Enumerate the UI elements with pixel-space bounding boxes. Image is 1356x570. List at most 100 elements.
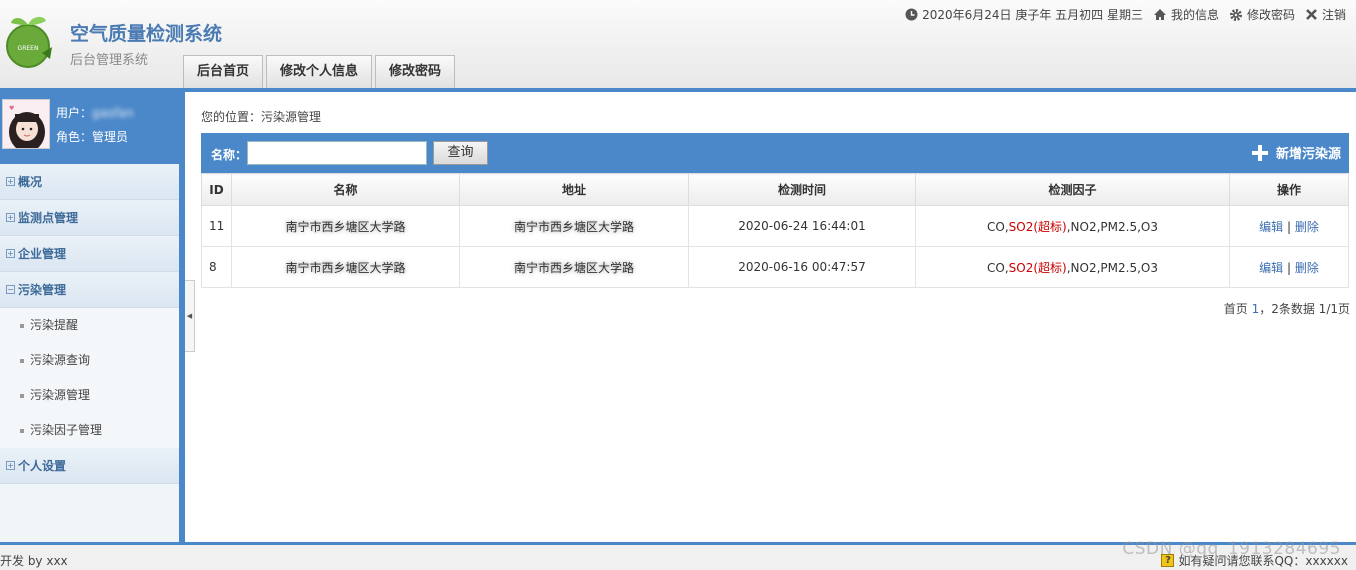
edit-link[interactable]: 编辑 [1259,261,1283,275]
sidebar-item-label: 污染管理 [18,282,67,297]
table-row: 11 南宁市西乡塘区大学路 南宁市西乡塘区大学路 2020-06-24 16:4… [201,205,1349,247]
sidebar-item-label: 监测点管理 [18,210,79,225]
cell-id: 8 [201,246,232,288]
expand-icon: + [6,461,15,470]
sidebar-item-label: 个人设置 [18,458,67,473]
factor-text: ,NO2,PM2.5,O3 [1066,260,1158,275]
bullet-icon [20,393,24,398]
delete-link[interactable]: 删除 [1295,261,1319,275]
cell-time: 2020-06-24 16:44:01 [688,205,916,247]
sidebar-item-overview[interactable]: + 概况 [0,164,179,200]
sidebar-subitem-label: 污染提醒 [30,318,79,332]
date-text: 2020年6月24日 庚子年 五月初四 星期三 [922,8,1143,22]
home-icon [1153,9,1166,20]
add-button-label: 新增污染源 [1275,147,1341,162]
expand-icon: + [6,177,15,186]
factor-text: CO, [987,260,1009,275]
sidebar-item-personal-settings[interactable]: + 个人设置 [0,448,179,484]
cell-name: 南宁市西乡塘区大学路 [231,246,460,288]
sidebar-subitem-label: 污染源管理 [30,388,91,402]
role-line: 角色：管理员 [56,128,128,145]
sidebar-subitem-factor-manage[interactable]: 污染因子管理 [0,413,179,448]
sidebar-subitem-label: 污染源查询 [30,353,91,367]
user-line: 用户：gaofan [56,104,134,121]
query-button[interactable]: 查询 [433,141,488,165]
sidebar-item-pollution[interactable]: − 污染管理 [0,272,179,308]
nav-tabs: 后台首页 修改个人信息 修改密码 [183,55,456,88]
column-header-factors: 检测因子 [915,173,1230,206]
main-content: 您的位置：污染源管理 名称： 查询 新增污染源 ID 名称 地址 检测时间 检测… [195,92,1356,542]
sidebar-subitem-source-manage[interactable]: 污染源管理 [0,378,179,413]
cell-factors: CO,SO2(超标),NO2,PM2.5,O3 [915,205,1230,247]
name-search-input[interactable] [247,141,427,165]
cell-actions: 编辑 | 删除 [1229,205,1349,247]
sidebar-menu: + 概况 + 监测点管理 + 企业管理 − 污染管理 污染提醒 污染源查询 污染源管理 … [0,164,179,484]
table-header-row: ID 名称 地址 检测时间 检测因子 操作 [201,173,1349,206]
logo: GREEN [2,13,54,69]
tab-admin-home[interactable]: 后台首页 [183,55,264,88]
pagination: 首页 1，2条数据 1/1页 [1224,300,1350,317]
expand-icon: + [6,213,15,222]
action-separator: | [1286,219,1292,234]
gear-icon [1229,8,1242,21]
bullet-icon [20,323,24,328]
app-header: GREEN 空气质量检测系统 后台管理系统 2020年6月24日 庚子年 五月初… [0,0,1356,88]
user-name: gaofan [92,106,134,120]
sidebar-item-enterprise[interactable]: + 企业管理 [0,236,179,272]
cell-actions: 编辑 | 删除 [1229,246,1349,288]
sidebar-item-monitor-points[interactable]: + 监测点管理 [0,200,179,236]
change-password-link[interactable]: 修改密码 [1229,6,1295,23]
clock-icon [905,8,918,21]
role-value: 管理员 [92,130,129,144]
plus-icon [1251,144,1268,161]
expand-icon: + [6,249,15,258]
cell-name: 南宁市西乡塘区大学路 [231,205,460,247]
tab-change-password[interactable]: 修改密码 [375,55,456,88]
triangle-left-icon: ◀ [186,312,193,320]
sidebar-item-label: 企业管理 [18,246,67,261]
logo-text: GREEN [18,45,39,52]
avatar: ♥ [2,99,50,149]
cell-id: 11 [201,205,232,247]
factor-text: CO, [987,219,1009,234]
logout-label: 注销 [1321,8,1346,22]
edit-link[interactable]: 编辑 [1259,220,1283,234]
breadcrumb: 您的位置：污染源管理 [201,110,322,124]
table-row: 8 南宁市西乡塘区大学路 南宁市西乡塘区大学路 2020-06-16 00:47… [201,246,1349,288]
collapse-icon: − [6,285,15,294]
cell-time: 2020-06-16 00:47:57 [688,246,916,288]
column-header-address: 地址 [459,173,689,206]
app-subtitle: 后台管理系统 [70,53,149,68]
my-info-label: 我的信息 [1170,8,1219,22]
action-separator: | [1286,260,1292,275]
sidebar-subitem-label: 污染因子管理 [30,423,103,437]
app-title: 空气质量检测系统 [70,23,223,45]
column-header-time: 检测时间 [688,173,916,206]
pollution-source-table: ID 名称 地址 检测时间 检测因子 操作 11 南宁市西乡塘区大学路 南宁市西… [201,173,1349,288]
factor-alert: SO2(超标) [1008,260,1067,275]
logout-link[interactable]: 注销 [1305,6,1346,23]
column-header-name: 名称 [231,173,460,206]
add-pollution-source-button[interactable]: 新增污染源 [1251,143,1341,162]
first-page-link[interactable]: 首页 [1224,302,1248,316]
tab-edit-profile[interactable]: 修改个人信息 [266,55,373,88]
top-utility-bar: 2020年6月24日 庚子年 五月初四 星期三 我的信息 修改密码 注销 [905,6,1346,23]
bullet-icon [20,428,24,433]
user-panel: ♥ 用户：gaofan 角色：管理员 [0,92,179,164]
my-info-link[interactable]: 我的信息 [1153,6,1219,23]
name-label: 名称： [211,148,248,162]
user-label: 用户： [56,106,93,120]
cell-factors: CO,SO2(超标),NO2,PM2.5,O3 [915,246,1230,288]
sidebar-collapse-handle[interactable]: ◀ [185,280,195,352]
svg-text:♥: ♥ [9,105,14,112]
footer-credit: 开发 by xxx [0,554,68,568]
watermark: CSDN @qq_1913284695 [1122,539,1341,559]
cell-address: 南宁市西乡塘区大学路 [459,205,689,247]
column-header-actions: 操作 [1229,173,1349,206]
delete-link[interactable]: 删除 [1295,220,1319,234]
pager-summary: ，2条数据 1/1页 [1259,302,1350,316]
search-toolbar: 名称： 查询 新增污染源 [201,133,1349,173]
factor-alert: SO2(超标) [1008,219,1067,234]
sidebar-subitem-source-query[interactable]: 污染源查询 [0,343,179,378]
sidebar-subitem-pollution-alert[interactable]: 污染提醒 [0,308,179,343]
